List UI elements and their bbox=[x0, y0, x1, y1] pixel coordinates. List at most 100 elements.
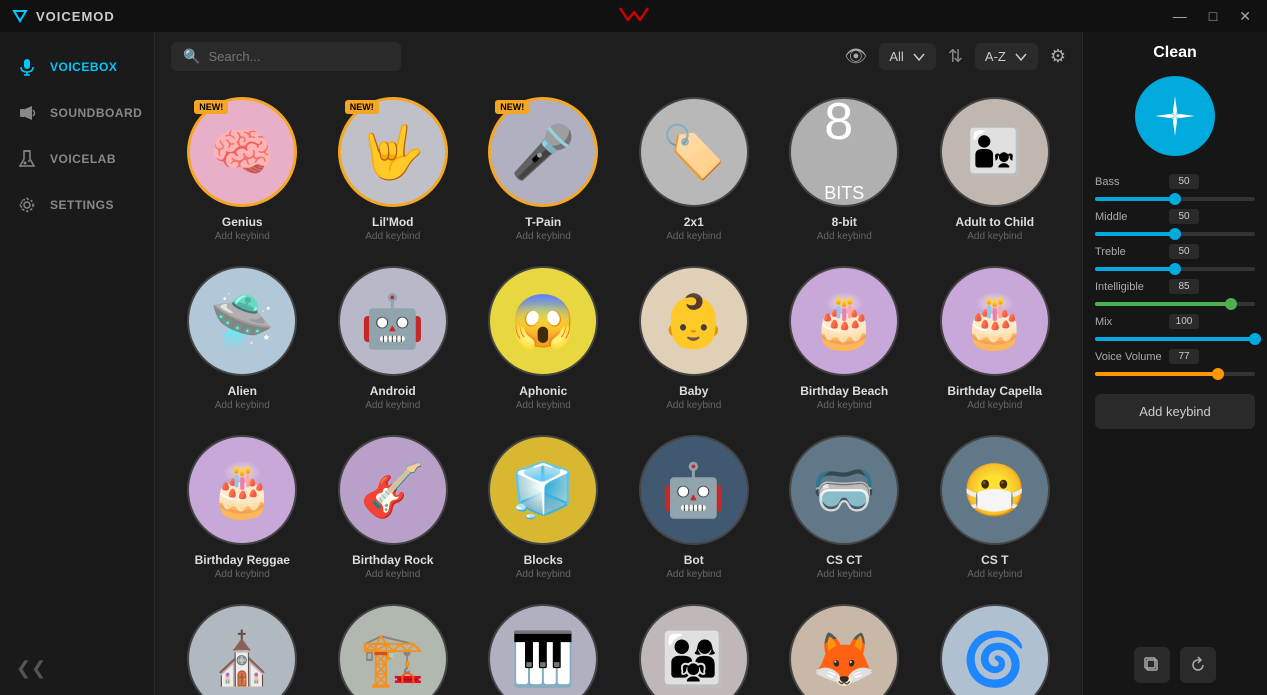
middle-slider[interactable] bbox=[1095, 232, 1255, 236]
voice-keybind-blocks[interactable]: Add keybind bbox=[516, 569, 571, 580]
gear-icon bbox=[16, 194, 38, 216]
sidebar-item-voicelab[interactable]: VOICELAB bbox=[0, 136, 154, 182]
voice-grid-container[interactable]: NEW! 🧠 Genius Add keybind NEW! 🤟 Lil'Mod… bbox=[155, 81, 1082, 695]
voice-card-aphonic[interactable]: 😱 Aphonic Add keybind bbox=[472, 258, 615, 419]
voice-keybind-adulttochild[interactable]: Add keybind bbox=[967, 231, 1022, 242]
voice-keybind-birthdayreggae[interactable]: Add keybind bbox=[215, 569, 270, 580]
voice-card-v22[interactable]: 👨‍👩‍👧 bbox=[623, 596, 766, 695]
panel-title: Clean bbox=[1153, 44, 1197, 62]
refresh-button[interactable] bbox=[1180, 647, 1216, 683]
search-input[interactable] bbox=[208, 49, 389, 64]
voice-name-tpain: T-Pain bbox=[525, 215, 561, 229]
vm-logo-icon bbox=[12, 8, 28, 24]
voice-keybind-genius[interactable]: Add keybind bbox=[215, 231, 270, 242]
visibility-icon[interactable]: 👁 bbox=[845, 46, 868, 67]
middle-label: Middle bbox=[1095, 211, 1163, 223]
voice-card-v24[interactable]: 🌀 bbox=[924, 596, 1067, 695]
voice-card-adulttochild[interactable]: 👨‍👧 Adult to Child Add keybind bbox=[924, 89, 1067, 250]
voice-keybind-birthdayrock[interactable]: Add keybind bbox=[365, 569, 420, 580]
voice-card-v21[interactable]: 🎹 bbox=[472, 596, 615, 695]
titlebar-center-logo bbox=[616, 4, 652, 29]
filter-all-dropdown[interactable]: All bbox=[879, 43, 935, 70]
voice-name-genius: Genius bbox=[222, 215, 263, 229]
voice-card-8bit[interactable]: 8BITS 8-bit Add keybind bbox=[773, 89, 916, 250]
voice-keybind-2x1[interactable]: Add keybind bbox=[666, 231, 721, 242]
slider-row-treble: Treble 50 bbox=[1095, 244, 1255, 259]
new-badge-lilmod: NEW! bbox=[345, 100, 379, 114]
minimize-button[interactable]: — bbox=[1169, 6, 1191, 26]
voice-keybind-aphonic[interactable]: Add keybind bbox=[516, 400, 571, 411]
fx-settings-icon[interactable]: ⚙ bbox=[1050, 46, 1066, 67]
mix-slider[interactable] bbox=[1095, 337, 1255, 341]
voice-keybind-birthdaycapella[interactable]: Add keybind bbox=[967, 400, 1022, 411]
sidebar-item-voicebox[interactable]: VOICEBOX bbox=[0, 44, 154, 90]
voice-card-v20[interactable]: 🏗️ bbox=[322, 596, 465, 695]
voice-name-birthdaycapella: Birthday Capella bbox=[947, 384, 1042, 398]
main-layout: VOICEBOX SOUNDBOARD VOICELA bbox=[0, 32, 1267, 695]
voice-keybind-lilmod[interactable]: Add keybind bbox=[365, 231, 420, 242]
voice-keybind-alien[interactable]: Add keybind bbox=[215, 400, 270, 411]
voice-name-baby: Baby bbox=[679, 384, 708, 398]
voice-card-alien[interactable]: 🛸 Alien Add keybind bbox=[171, 258, 314, 419]
voice-keybind-8bit[interactable]: Add keybind bbox=[817, 231, 872, 242]
voice-card-church[interactable]: ⛪ bbox=[171, 596, 314, 695]
voice-keybind-android[interactable]: Add keybind bbox=[365, 400, 420, 411]
voice-name-adulttochild: Adult to Child bbox=[955, 215, 1034, 229]
voice-card-bot[interactable]: 🤖 Bot Add keybind bbox=[623, 427, 766, 588]
bass-slider[interactable] bbox=[1095, 197, 1255, 201]
add-keybind-button[interactable]: Add keybind bbox=[1095, 394, 1255, 429]
search-icon: 🔍 bbox=[183, 48, 200, 65]
voice-name-cst: CS T bbox=[981, 553, 1008, 567]
voice-card-birthdaycapella[interactable]: 🎂 Birthday Capella Add keybind bbox=[924, 258, 1067, 419]
voice-card-v23[interactable]: 🦊 bbox=[773, 596, 916, 695]
voice-name-android: Android bbox=[370, 384, 416, 398]
sidebar-item-soundboard[interactable]: SOUNDBOARD bbox=[0, 90, 154, 136]
slider-row-voicevolume: Voice Volume 77 bbox=[1095, 349, 1255, 364]
intelligible-value: 85 bbox=[1169, 279, 1199, 294]
app-logo: VOICEMOD bbox=[12, 8, 115, 24]
sidebar-label-voicebox: VOICEBOX bbox=[50, 60, 117, 74]
voice-card-birthdayrock[interactable]: 🎸 Birthday Rock Add keybind bbox=[322, 427, 465, 588]
sidebar-label-voicelab: VOICELAB bbox=[50, 152, 116, 166]
search-container: 🔍 bbox=[171, 42, 401, 71]
voice-name-aphonic: Aphonic bbox=[519, 384, 567, 398]
topbar: 🔍 👁 All ⇅ A-Z ⚙ bbox=[155, 32, 1082, 81]
middle-value: 50 bbox=[1169, 209, 1199, 224]
sort-az-dropdown[interactable]: A-Z bbox=[975, 43, 1038, 70]
intelligible-slider[interactable] bbox=[1095, 302, 1255, 306]
voice-card-birthdaybeach[interactable]: 🎂 Birthday Beach Add keybind bbox=[773, 258, 916, 419]
maximize-button[interactable]: □ bbox=[1205, 6, 1221, 26]
sidebar-collapse-btn[interactable]: ❮❮ bbox=[0, 642, 154, 695]
clean-voice-icon bbox=[1135, 76, 1215, 156]
voice-card-genius[interactable]: NEW! 🧠 Genius Add keybind bbox=[171, 89, 314, 250]
sound-icon bbox=[16, 102, 38, 124]
voice-card-baby[interactable]: 👶 Baby Add keybind bbox=[623, 258, 766, 419]
panel-bottom-controls bbox=[1134, 647, 1216, 683]
voice-keybind-tpain[interactable]: Add keybind bbox=[516, 231, 571, 242]
voice-keybind-csct[interactable]: Add keybind bbox=[817, 569, 872, 580]
voicevolume-slider[interactable] bbox=[1095, 372, 1255, 376]
voice-card-csct[interactable]: 🥽 CS CT Add keybind bbox=[773, 427, 916, 588]
mix-value: 100 bbox=[1169, 314, 1199, 329]
sparkle-icon bbox=[1150, 91, 1200, 141]
voice-keybind-baby[interactable]: Add keybind bbox=[666, 400, 721, 411]
copy-button[interactable] bbox=[1134, 647, 1170, 683]
voice-name-bot: Bot bbox=[684, 553, 704, 567]
voice-keybind-cst[interactable]: Add keybind bbox=[967, 569, 1022, 580]
voice-card-cst[interactable]: 😷 CS T Add keybind bbox=[924, 427, 1067, 588]
voice-card-birthdayreggae[interactable]: 🎂 Birthday Reggae Add keybind bbox=[171, 427, 314, 588]
copy-icon bbox=[1143, 656, 1161, 674]
voice-keybind-bot[interactable]: Add keybind bbox=[666, 569, 721, 580]
treble-slider[interactable] bbox=[1095, 267, 1255, 271]
voice-card-2x1[interactable]: 🏷️ 2x1 Add keybind bbox=[623, 89, 766, 250]
voice-card-android[interactable]: 🤖 Android Add keybind bbox=[322, 258, 465, 419]
slider-row-intelligible: Intelligible 85 bbox=[1095, 279, 1255, 294]
voice-keybind-birthdaybeach[interactable]: Add keybind bbox=[817, 400, 872, 411]
close-button[interactable]: ✕ bbox=[1235, 6, 1255, 27]
voice-card-lilmod[interactable]: NEW! 🤟 Lil'Mod Add keybind bbox=[322, 89, 465, 250]
mix-label: Mix bbox=[1095, 316, 1163, 328]
sidebar-item-settings[interactable]: SETTINGS bbox=[0, 182, 154, 228]
voice-card-blocks[interactable]: 🧊 Blocks Add keybind bbox=[472, 427, 615, 588]
voice-card-tpain[interactable]: NEW! 🎤 T-Pain Add keybind bbox=[472, 89, 615, 250]
treble-value: 50 bbox=[1169, 244, 1199, 259]
